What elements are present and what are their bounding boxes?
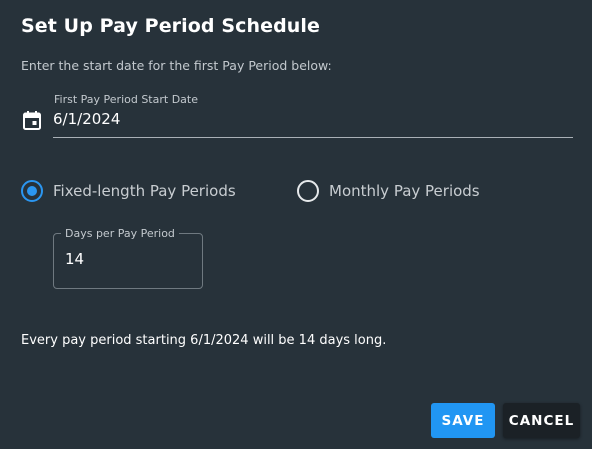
start-date-input[interactable]: 6/1/2024 (53, 110, 120, 128)
save-button[interactable]: SAVE (431, 403, 495, 438)
start-date-field[interactable]: First Pay Period Start Date 6/1/2024 (20, 90, 573, 138)
days-per-period-field[interactable]: Days per Pay Period 14 (53, 227, 203, 289)
start-date-label: First Pay Period Start Date (54, 93, 198, 106)
radio-monthly[interactable]: Monthly Pay Periods (297, 178, 480, 204)
summary-text: Every pay period starting 6/1/2024 will … (21, 333, 387, 348)
start-date-underline (53, 137, 573, 138)
radio-selected-dot (27, 186, 37, 196)
radio-monthly-circle[interactable] (297, 180, 319, 202)
pay-period-dialog: Set Up Pay Period Schedule Enter the sta… (0, 0, 592, 449)
days-per-period-label: Days per Pay Period (61, 227, 179, 241)
instruction-text: Enter the start date for the first Pay P… (21, 58, 332, 73)
calendar-icon[interactable] (23, 111, 41, 130)
dialog-title: Set Up Pay Period Schedule (21, 15, 321, 37)
radio-fixed-length[interactable]: Fixed-length Pay Periods (21, 178, 236, 204)
days-per-period-input[interactable]: 14 (65, 250, 84, 268)
radio-fixed-length-circle[interactable] (21, 180, 43, 202)
cancel-button[interactable]: CANCEL (503, 403, 580, 438)
radio-monthly-label[interactable]: Monthly Pay Periods (329, 182, 480, 200)
radio-fixed-length-label[interactable]: Fixed-length Pay Periods (53, 182, 236, 200)
